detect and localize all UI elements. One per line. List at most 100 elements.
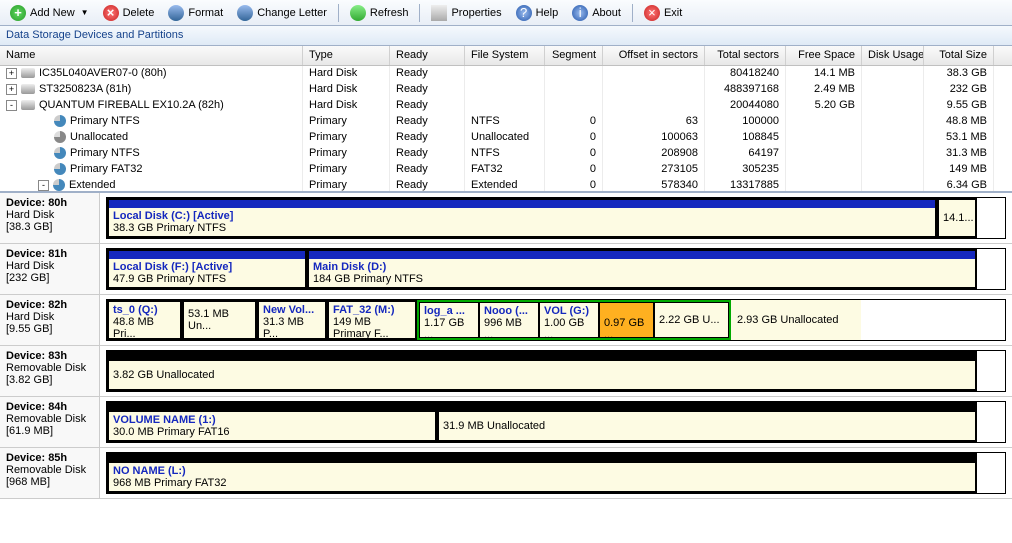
cell — [862, 114, 924, 130]
col-seg[interactable]: Segment — [545, 46, 603, 65]
help-icon: ? — [516, 5, 532, 21]
map-bar: ts_0 (Q:)48.8 MB Pri...53.1 MB Un...New … — [106, 299, 1006, 341]
cell: Primary — [303, 130, 390, 146]
cell: 208908 — [603, 146, 705, 162]
partition-segment[interactable]: 2.22 GB U... — [654, 302, 729, 338]
panel-title: Data Storage Devices and Partitions — [0, 26, 1012, 46]
grid-body[interactable]: +IC35L040AVER07-0 (80h)Hard DiskReady804… — [0, 66, 1012, 191]
partition-segment[interactable]: 31.9 MB Unallocated — [437, 402, 977, 442]
table-row[interactable]: +ST3250823A (81h)Hard DiskReady488397168… — [0, 82, 1012, 98]
add-new-button[interactable]: +Add New▼ — [4, 2, 95, 24]
partition-segment[interactable]: Local Disk (C:) [Active]38.3 GB Primary … — [107, 198, 937, 238]
table-row[interactable]: -ExtendedPrimaryReadyExtended05783401331… — [0, 178, 1012, 191]
col-tsize[interactable]: Total Size — [924, 46, 994, 65]
col-off[interactable]: Offset in sectors — [603, 46, 705, 65]
partition-segment[interactable]: 2.93 GB Unallocated — [731, 300, 861, 340]
cell: Primary — [303, 162, 390, 178]
partition-segment[interactable]: Main Disk (D:)184 GB Primary NTFS — [307, 249, 977, 289]
cell: Ready — [390, 146, 465, 162]
format-button[interactable]: Format — [162, 2, 229, 24]
col-usage[interactable]: Disk Usage — [862, 46, 924, 65]
cell — [862, 98, 924, 114]
cell: Ready — [390, 130, 465, 146]
table-row[interactable]: UnallocatedPrimaryReadyUnallocated010006… — [0, 130, 1012, 146]
properties-icon — [431, 5, 447, 21]
col-ready[interactable]: Ready — [390, 46, 465, 65]
cell: Primary — [303, 178, 390, 191]
table-row[interactable]: Primary NTFSPrimaryReadyNTFS020890864197… — [0, 146, 1012, 162]
partition-segment[interactable]: 3.82 GB Unallocated — [107, 351, 977, 391]
cell — [603, 82, 705, 98]
cell: 108845 — [705, 130, 786, 146]
grid-header: Name Type Ready File System Segment Offs… — [0, 46, 1012, 66]
cell: 0 — [545, 130, 603, 146]
cell — [862, 178, 924, 191]
cell: Unallocated — [465, 130, 545, 146]
col-name[interactable]: Name — [0, 46, 303, 65]
device-block: Device: 80hHard Disk[38.3 GB]Local Disk … — [0, 193, 1012, 244]
cell: Extended — [465, 178, 545, 191]
device-label: Device: 84hRemovable Disk[61.9 MB] — [0, 397, 100, 447]
partition-segment[interactable]: 14.1... — [937, 198, 977, 238]
tree-toggle[interactable]: + — [6, 68, 17, 79]
cell — [786, 114, 862, 130]
table-row[interactable]: -QUANTUM FIREBALL EX10.2A (82h)Hard Disk… — [0, 98, 1012, 114]
partition-segment[interactable]: VOL (G:)1.00 GB ... — [539, 302, 599, 338]
refresh-icon — [350, 5, 366, 21]
device-block: Device: 84hRemovable Disk[61.9 MB]VOLUME… — [0, 397, 1012, 448]
help-button[interactable]: ?Help — [510, 2, 565, 24]
map-bar: VOLUME NAME (1:)30.0 MB Primary FAT1631.… — [106, 401, 1006, 443]
row-name: ST3250823A (81h) — [39, 83, 131, 95]
map-bar: Local Disk (C:) [Active]38.3 GB Primary … — [106, 197, 1006, 239]
partition-segment[interactable]: 0.97 GB ... — [599, 302, 654, 338]
refresh-button[interactable]: Refresh — [344, 2, 415, 24]
cell: 48.8 MB — [924, 114, 994, 130]
device-map: Local Disk (F:) [Active]47.9 GB Primary … — [100, 244, 1012, 294]
col-tsec[interactable]: Total sectors — [705, 46, 786, 65]
device-label: Device: 81hHard Disk[232 GB] — [0, 244, 100, 294]
tree-toggle[interactable]: - — [38, 180, 49, 191]
partition-segment[interactable]: Nooo (...996 MB ... — [479, 302, 539, 338]
device-label: Device: 80hHard Disk[38.3 GB] — [0, 193, 100, 243]
col-free[interactable]: Free Space — [786, 46, 862, 65]
col-type[interactable]: Type — [303, 46, 390, 65]
delete-button[interactable]: ×Delete — [97, 2, 161, 24]
exit-button[interactable]: ×Exit — [638, 2, 688, 24]
device-map-panel[interactable]: Device: 80hHard Disk[38.3 GB]Local Disk … — [0, 191, 1012, 521]
partition-icon — [53, 179, 65, 191]
chevron-down-icon: ▼ — [81, 8, 89, 17]
tree-toggle[interactable]: + — [6, 84, 17, 95]
partition-segment[interactable]: Local Disk (F:) [Active]47.9 GB Primary … — [107, 249, 307, 289]
partition-segment[interactable]: FAT_32 (M:)149 MB Primary F... — [327, 300, 417, 340]
cell — [545, 66, 603, 82]
disk-icon — [21, 68, 35, 78]
table-row[interactable]: Primary NTFSPrimaryReadyNTFS06310000048.… — [0, 114, 1012, 130]
cell: 0 — [545, 114, 603, 130]
cell — [545, 82, 603, 98]
properties-button[interactable]: Properties — [425, 2, 507, 24]
cell: Ready — [390, 178, 465, 191]
change-letter-button[interactable]: Change Letter — [231, 2, 333, 24]
cell: Hard Disk — [303, 82, 390, 98]
partition-segment[interactable]: log_a ...1.17 GB ... — [419, 302, 479, 338]
partition-segment[interactable]: VOLUME NAME (1:)30.0 MB Primary FAT16 — [107, 402, 437, 442]
cell: 0 — [545, 162, 603, 178]
table-row[interactable]: Primary FAT32PrimaryReadyFAT320273105305… — [0, 162, 1012, 178]
cell: 149 MB — [924, 162, 994, 178]
about-button[interactable]: iAbout — [566, 2, 627, 24]
row-name: Extended — [69, 179, 115, 191]
cell: NTFS — [465, 146, 545, 162]
partition-icon — [54, 163, 66, 175]
tree-toggle[interactable]: - — [6, 100, 17, 111]
map-bar: 3.82 GB Unallocated — [106, 350, 1006, 392]
partition-segment[interactable]: 53.1 MB Un... — [182, 300, 257, 340]
device-block: Device: 85hRemovable Disk[968 MB]NO NAME… — [0, 448, 1012, 499]
partition-segment[interactable]: New Vol...31.3 MB P... — [257, 300, 327, 340]
partition-segment[interactable]: ts_0 (Q:)48.8 MB Pri... — [107, 300, 182, 340]
partition-segment[interactable]: NO NAME (L:)968 MB Primary FAT32 — [107, 453, 977, 493]
table-row[interactable]: +IC35L040AVER07-0 (80h)Hard DiskReady804… — [0, 66, 1012, 82]
add-icon: + — [10, 5, 26, 21]
col-fs[interactable]: File System — [465, 46, 545, 65]
properties-label: Properties — [451, 7, 501, 19]
cell: 80418240 — [705, 66, 786, 82]
